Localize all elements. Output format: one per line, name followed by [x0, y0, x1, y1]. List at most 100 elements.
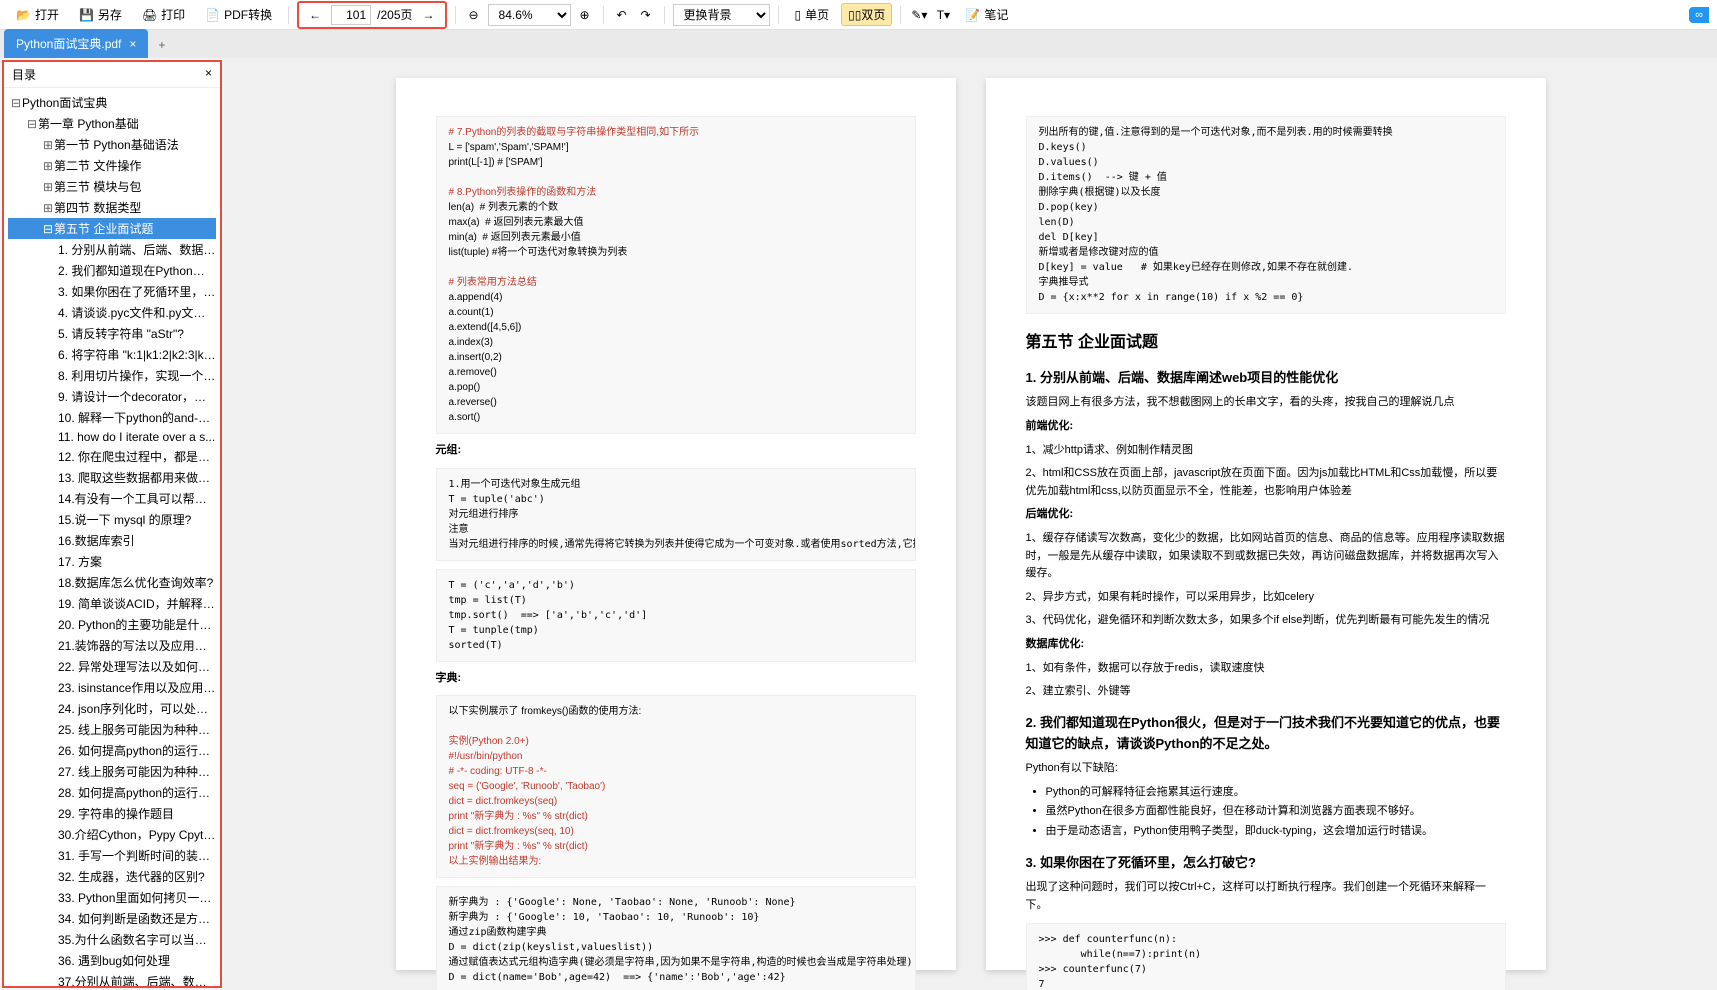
tree-item[interactable]: 33. Python里面如何拷贝一个对... — [8, 887, 216, 908]
bullet-list: Python的可解释特征会拖累其运行速度。 虽然Python在很多方面都性能良好… — [1046, 784, 1506, 841]
code-block: # 7.Python的列表的截取与字符串操作类型相同,如下所示 L = ['sp… — [436, 116, 916, 434]
tree-item[interactable]: 20. Python的主要功能是什么?... — [8, 614, 216, 635]
page-input[interactable] — [331, 5, 371, 25]
pdf-page-left: # 7.Python的列表的截取与字符串操作类型相同,如下所示 L = ['sp… — [396, 78, 956, 970]
label: 字典: — [436, 670, 916, 688]
sidebar-title: 目录 — [12, 66, 36, 83]
outline-tree: ⊟Python面试宝典 ⊟第一章 Python基础 ⊞第一节 Python基础语… — [4, 88, 220, 986]
expand-icon[interactable]: ⊞ — [42, 180, 54, 194]
sidebar-header: 目录 × — [4, 62, 220, 88]
tree-item[interactable]: 14.有没有一个工具可以帮助查... — [8, 488, 216, 509]
tree-item[interactable]: 31. 手写一个判断时间的装饰器 — [8, 845, 216, 866]
rotate-right-icon[interactable]: ↷ — [636, 5, 656, 25]
code-block: >>> def counterfunc(n): while(n==7):prin… — [1026, 923, 1506, 990]
question-title: 2. 我们都知道现在Python很火，但是对于一门技术我们不光要知道它的优点，也… — [1026, 713, 1506, 755]
tree-item[interactable]: 8. 利用切片操作，实现一个trim... — [8, 365, 216, 386]
highlight-icon[interactable]: ✎▾ — [909, 5, 929, 25]
zoom-out-icon[interactable]: ⊖ — [464, 5, 484, 25]
tree-item[interactable]: 28. 如何提高python的运行效率... — [8, 782, 216, 803]
tree-root[interactable]: ⊟Python面试宝典 — [8, 92, 216, 113]
separator — [664, 6, 665, 24]
tree-item[interactable]: 19. 简单谈谈ACID，并解释每一... — [8, 593, 216, 614]
tree-item[interactable]: 1. 分别从前端、后端、数据库... — [8, 239, 216, 260]
collapse-icon[interactable]: ⊟ — [10, 96, 22, 110]
single-page-button[interactable]: ▯单页 — [787, 2, 838, 27]
save-button[interactable]: 💾另存 — [71, 2, 130, 27]
tree-section[interactable]: ⊞第二节 文件操作 — [8, 155, 216, 176]
tree-item[interactable]: 16.数据库索引 — [8, 530, 216, 551]
tree-section[interactable]: ⊞第一节 Python基础语法 — [8, 134, 216, 155]
paragraph: 2、异步方式，如果有耗时操作，可以采用异步，比如celery — [1026, 589, 1506, 607]
tree-item[interactable]: 4. 请谈谈.pyc文件和.py文件的... — [8, 302, 216, 323]
collapse-icon[interactable]: ⊟ — [26, 117, 38, 131]
tree-item[interactable]: 23. isinstance作用以及应用场... — [8, 677, 216, 698]
paragraph: 2、建立索引、外键等 — [1026, 683, 1506, 701]
double-page-icon: ▯▯ — [848, 8, 861, 22]
close-icon[interactable]: × — [129, 37, 136, 51]
tree-item[interactable]: 26. 如何提高python的运行效率... — [8, 740, 216, 761]
tree-item[interactable]: 36. 遇到bug如何处理 — [8, 950, 216, 971]
outline-sidebar: 目录 × ⊟Python面试宝典 ⊟第一章 Python基础 ⊞第一节 Pyth… — [2, 60, 222, 988]
expand-icon[interactable]: ⊞ — [42, 138, 54, 152]
tree-item[interactable]: 2. 我们都知道现在Python很火... — [8, 260, 216, 281]
open-button[interactable]: 📂打开 — [8, 2, 67, 27]
code-block: 列出所有的键,值.注意得到的是一个可迭代对象,而不是列表.用的时候需要转换 D.… — [1026, 116, 1506, 314]
single-page-icon: ▯ — [795, 8, 802, 22]
subhead: 后端优化: — [1026, 506, 1506, 524]
tree-item[interactable]: 37.分别从前端、后端、数据库... — [8, 971, 216, 986]
expand-icon[interactable]: ⊞ — [42, 159, 54, 173]
tree-item[interactable]: 18.数据库怎么优化查询效率? — [8, 572, 216, 593]
text-tool-icon[interactable]: T▾ — [933, 5, 953, 25]
tree-item[interactable]: 24. json序列化时，可以处理的... — [8, 698, 216, 719]
tree-item[interactable]: 32. 生成器，迭代器的区别? — [8, 866, 216, 887]
close-sidebar-icon[interactable]: × — [205, 66, 212, 83]
ai-badge[interactable]: ∞ — [1689, 7, 1709, 23]
page-viewer[interactable]: # 7.Python的列表的截取与字符串操作类型相同,如下所示 L = ['sp… — [224, 58, 1717, 990]
zoom-select[interactable]: 84.6% — [488, 4, 571, 26]
note-icon: 📝 — [965, 8, 980, 22]
tree-item[interactable]: 34. 如何判断是函数还是方法?... — [8, 908, 216, 929]
paragraph: 该题目网上有很多方法，我不想截图网上的长串文字，看的头疼，按我自己的理解说几点 — [1026, 394, 1506, 412]
print-button[interactable]: 🖨打印 — [134, 2, 193, 27]
prev-page-icon[interactable]: ← — [305, 5, 325, 25]
tree-section[interactable]: ⊞第四节 数据类型 — [8, 197, 216, 218]
tree-item[interactable]: 27. 线上服务可能因为种种原因... — [8, 761, 216, 782]
subhead: 前端优化: — [1026, 418, 1506, 436]
question-title: 1. 分别从前端、后端、数据库阐述web项目的性能优化 — [1026, 368, 1506, 389]
document-tab[interactable]: Python面试宝典.pdf × — [4, 29, 148, 58]
tree-item[interactable]: 9. 请设计一个decorator，它可... — [8, 386, 216, 407]
tree-item[interactable]: 22. 异常处理写法以及如何主动... — [8, 656, 216, 677]
expand-icon[interactable]: ⊞ — [42, 201, 54, 215]
tree-item[interactable]: 10. 解释一下python的and-or... — [8, 407, 216, 428]
tree-section[interactable]: ⊞第三节 模块与包 — [8, 176, 216, 197]
add-tab-button[interactable]: + — [148, 32, 175, 58]
pdf-convert-button[interactable]: 📄PDF转换 — [197, 2, 280, 27]
rotate-left-icon[interactable]: ↶ — [612, 5, 632, 25]
tree-item[interactable]: 5. 请反转字符串 "aStr"? — [8, 323, 216, 344]
tree-item[interactable]: 11. how do I iterate over a s... — [8, 428, 216, 446]
collapse-icon[interactable]: ⊟ — [42, 222, 54, 236]
tree-item[interactable]: 17. 方案 — [8, 551, 216, 572]
tree-item[interactable]: 35.为什么函数名字可以当做参... — [8, 929, 216, 950]
tree-item[interactable]: 6. 将字符串 "k:1|k1:2|k2:3|k3... — [8, 344, 216, 365]
tree-item[interactable]: 29. 字符串的操作题目 — [8, 803, 216, 824]
tree-chapter[interactable]: ⊟第一章 Python基础 — [8, 113, 216, 134]
note-button[interactable]: 📝笔记 — [957, 2, 1016, 27]
tree-item[interactable]: 21.装饰器的写法以及应用场景... — [8, 635, 216, 656]
list-item: Python的可解释特征会拖累其运行速度。 — [1046, 784, 1506, 802]
tree-section-selected[interactable]: ⊟第五节 企业面试题 — [8, 218, 216, 239]
double-page-button[interactable]: ▯▯双页 — [841, 3, 892, 26]
next-page-icon[interactable]: → — [419, 5, 439, 25]
tree-item[interactable]: 25. 线上服务可能因为种种原因... — [8, 719, 216, 740]
tree-item[interactable]: 3. 如果你困在了死循环里，怎... — [8, 281, 216, 302]
tree-item[interactable]: 13. 爬取这些数据都用来做什么... — [8, 467, 216, 488]
paragraph: 3、代码优化，避免循环和判断次数太多，如果多个if else判断，优先判断最有可… — [1026, 612, 1506, 630]
list-item: 由于是动态语言，Python使用鸭子类型，即duck-typing，这会增加运行… — [1046, 823, 1506, 841]
zoom-in-icon[interactable]: ⊕ — [575, 5, 595, 25]
separator — [288, 6, 289, 24]
tree-item[interactable]: 12. 你在爬虫过程中，都是怎么... — [8, 446, 216, 467]
tree-item[interactable]: 30.介绍Cython，Pypy Cpytho... — [8, 824, 216, 845]
tree-item[interactable]: 15.说一下 mysql 的原理? — [8, 509, 216, 530]
background-select[interactable]: 更换背景 — [673, 4, 770, 26]
code-block: 新字典为 : {'Google': None, 'Taobao': None, … — [436, 886, 916, 990]
